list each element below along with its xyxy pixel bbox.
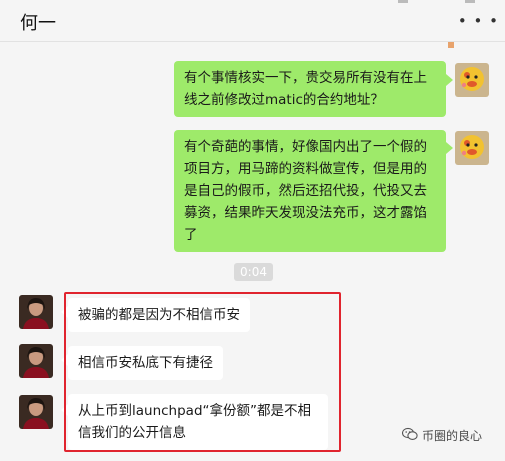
previous-bubble-edge bbox=[448, 42, 454, 48]
contact-avatar[interactable] bbox=[19, 295, 53, 329]
contact-name[interactable]: 何一 bbox=[20, 9, 56, 35]
message-text: 有个事情核实一下，贵交易所有没有在上线之前修改过matic的合约地址？ bbox=[184, 70, 427, 108]
bubble-tail bbox=[61, 354, 68, 366]
bubble-tail bbox=[446, 74, 453, 86]
window-edge-mark bbox=[465, 0, 475, 3]
chat-header: 何一 • • • bbox=[0, 0, 505, 42]
message-text: 有个奇葩的事情，好像国内出了一个假的项目方，用马蹄的资料做宣传，但是用的是自己的… bbox=[184, 139, 427, 243]
wechat-icon bbox=[401, 427, 418, 444]
timestamp: 0:04 bbox=[234, 263, 273, 281]
contact-avatar[interactable] bbox=[19, 344, 53, 378]
bubble-tail bbox=[446, 142, 453, 154]
message-text: 被骗的都是因为不相信币安 bbox=[78, 307, 240, 323]
bubble-tail bbox=[61, 306, 68, 318]
chat-message-received[interactable]: 相信币安私底下有捷径 bbox=[68, 346, 223, 380]
watermark-text: 币圈的良心 bbox=[422, 429, 483, 443]
chat-message-sent[interactable]: 有个事情核实一下，贵交易所有没有在上线之前修改过matic的合约地址？ bbox=[174, 61, 446, 117]
chat-window: 何一 • • • 有个事情核实一下，贵交易所有没有在上线之前修改过matic的合… bbox=[0, 0, 505, 461]
more-icon[interactable]: • • • bbox=[458, 12, 499, 30]
message-text: 从上币到launchpad“拿份额”都是不相信我们的公开信息 bbox=[78, 403, 312, 441]
message-text: 相信币安私底下有捷径 bbox=[78, 355, 213, 371]
my-avatar[interactable] bbox=[455, 63, 489, 97]
bubble-tail bbox=[61, 404, 68, 416]
my-avatar[interactable] bbox=[455, 131, 489, 165]
contact-avatar[interactable] bbox=[19, 395, 53, 429]
chat-message-received[interactable]: 从上币到launchpad“拿份额”都是不相信我们的公开信息 bbox=[68, 394, 328, 450]
chat-message-received[interactable]: 被骗的都是因为不相信币安 bbox=[68, 298, 250, 332]
chat-message-sent[interactable]: 有个奇葩的事情，好像国内出了一个假的项目方，用马蹄的资料做宣传，但是用的是自己的… bbox=[174, 130, 446, 252]
window-edge-mark bbox=[398, 0, 408, 3]
watermark: 币圈的良心 bbox=[401, 427, 483, 444]
